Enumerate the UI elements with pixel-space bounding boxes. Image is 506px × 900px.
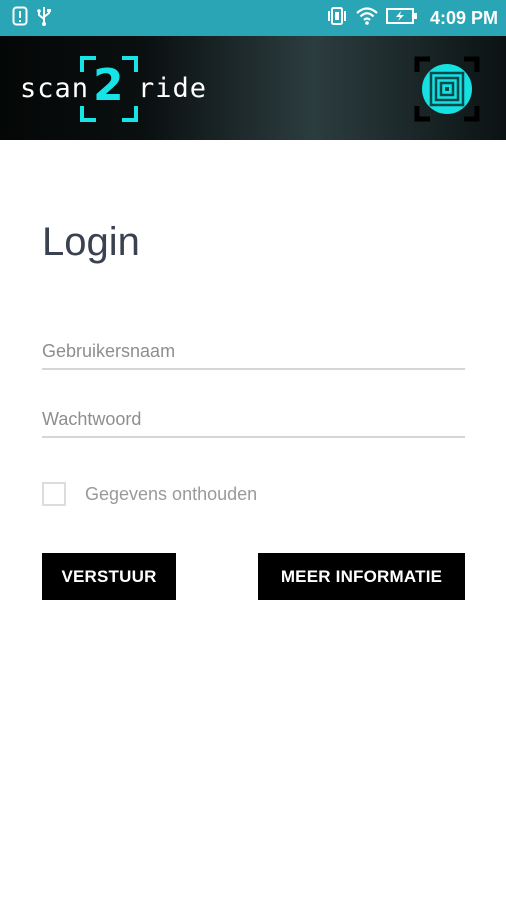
remember-me-label: Gegevens onthouden: [85, 483, 258, 504]
app-header: scan 2 ride: [0, 36, 506, 140]
username-input[interactable]: [42, 334, 465, 370]
submit-button[interactable]: VERSTUUR: [42, 553, 176, 600]
usb-icon: [36, 6, 52, 31]
alert-notification-icon: [12, 6, 28, 31]
status-system-icons: 4:09 PM: [326, 6, 498, 31]
qr-scan-button[interactable]: [414, 56, 480, 122]
qr-scan-icon: [414, 56, 480, 122]
battery-charging-icon: [385, 6, 418, 31]
scan2ride-logo: scan 2 ride: [20, 56, 206, 122]
vibrate-icon: [326, 6, 348, 31]
logo-bracket: [122, 106, 138, 122]
password-input[interactable]: [42, 402, 465, 438]
status-notifications: [12, 6, 52, 31]
status-bar: 4:09 PM: [0, 0, 506, 36]
wifi-icon: [356, 6, 378, 31]
remember-me-option[interactable]: Gegevens onthouden: [42, 482, 257, 506]
remember-me-checkbox[interactable]: [42, 482, 66, 506]
more-info-button[interactable]: MEER INFORMATIE: [258, 553, 465, 600]
logo-text-ride: ride: [138, 73, 208, 104]
logo-text-2: 2: [93, 60, 124, 111]
logo-bracket: [122, 56, 138, 72]
logo-text-scan: scan: [20, 73, 90, 104]
page-title: Login: [42, 220, 140, 264]
status-time: 4:09 PM: [429, 7, 498, 28]
